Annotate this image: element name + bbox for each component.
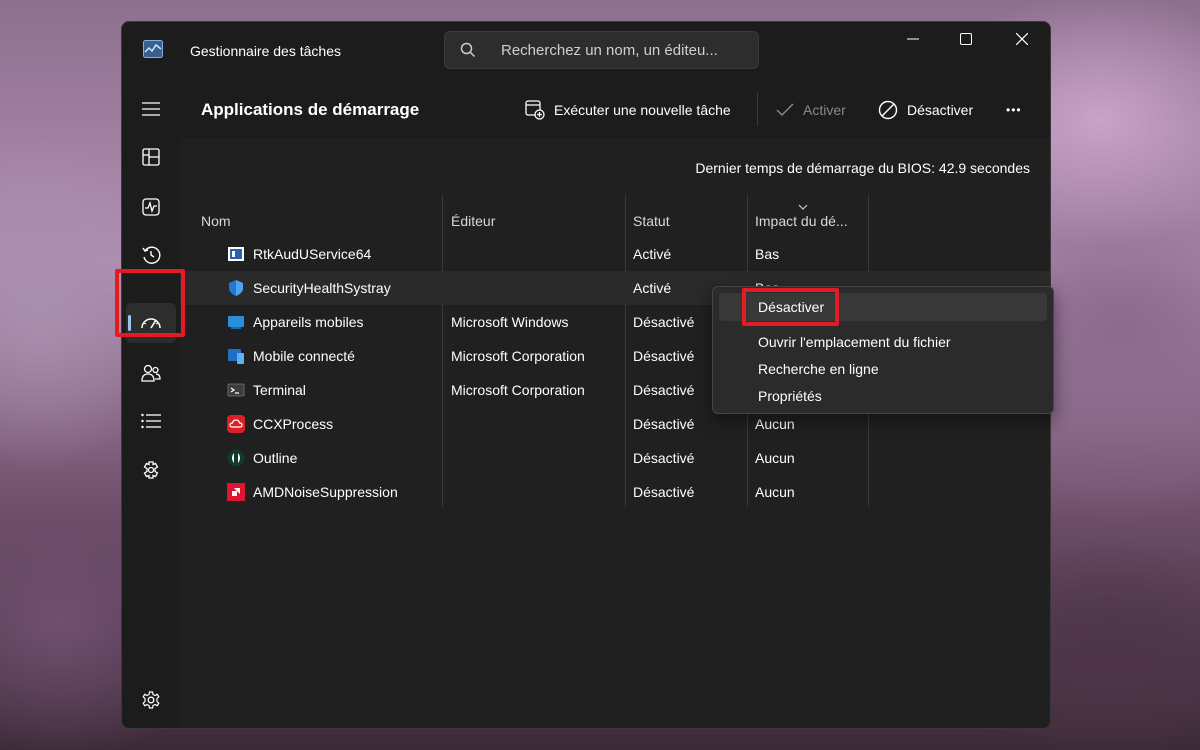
column-header-name[interactable]: Nom <box>201 213 231 229</box>
shield-icon <box>229 280 243 296</box>
new-task-icon <box>525 100 545 120</box>
more-options-button[interactable]: ••• <box>1006 94 1022 126</box>
users-icon <box>141 364 161 382</box>
app-status: Activé <box>633 246 672 262</box>
creative-cloud-icon <box>227 415 245 433</box>
checkmark-icon <box>776 103 794 116</box>
search-input[interactable] <box>501 40 751 60</box>
app-impact: Aucun <box>755 450 795 466</box>
disable-label: Désactiver <box>907 102 974 118</box>
menu-item-label: Recherche en ligne <box>758 361 879 377</box>
app-status: Activé <box>633 280 672 296</box>
run-new-task-button[interactable]: Exécuter une nouvelle tâche <box>525 94 731 126</box>
command-separator <box>757 92 758 126</box>
disable-icon <box>878 100 898 120</box>
maximize-icon <box>960 33 972 45</box>
enable-label: Activer <box>803 102 846 118</box>
app-impact: Bas <box>755 246 780 262</box>
app-name: RtkAudUService64 <box>253 246 372 262</box>
highlight-disable-menu-item <box>742 288 839 326</box>
menu-item-open-file-location[interactable]: Ouvrir l'emplacement du fichier <box>719 328 1047 356</box>
nav-settings[interactable] <box>126 680 176 720</box>
app-name: Appareils mobiles <box>253 314 364 330</box>
nav-details[interactable] <box>126 401 176 441</box>
nav-menu-button[interactable] <box>126 89 176 129</box>
sidebar <box>122 80 180 728</box>
processes-icon <box>142 148 160 166</box>
app-publisher: Microsoft Corporation <box>451 348 585 364</box>
settings-icon <box>142 691 160 709</box>
app-name: Terminal <box>253 382 306 398</box>
disable-button[interactable]: Désactiver <box>878 94 973 126</box>
app-impact: Aucun <box>755 416 795 432</box>
minimize-icon <box>907 38 919 40</box>
highlight-startup-nav <box>115 269 185 337</box>
terminal-icon <box>227 383 245 397</box>
nav-users[interactable] <box>126 353 176 393</box>
page-title: Applications de démarrage <box>201 100 420 119</box>
app-status: Désactivé <box>633 348 695 364</box>
table-row[interactable]: AMDNoiseSuppression Désactivé Aucun <box>180 475 1050 509</box>
outline-icon <box>227 449 245 467</box>
phone-link-icon <box>228 349 244 364</box>
menu-item-properties[interactable]: Propriétés <box>719 382 1047 410</box>
app-name: Outline <box>253 450 298 466</box>
app-name: SecurityHealthSystray <box>253 280 391 296</box>
nav-services[interactable] <box>126 450 176 490</box>
nav-processes[interactable] <box>126 137 176 177</box>
maximize-button[interactable] <box>938 22 994 56</box>
app-status: Désactivé <box>633 314 695 330</box>
enable-button[interactable]: Activer <box>776 94 846 126</box>
amd-icon <box>227 483 245 501</box>
window-title: Gestionnaire des tâches <box>190 43 341 59</box>
bios-startup-time: Dernier temps de démarrage du BIOS: 42.9… <box>695 160 1030 176</box>
column-header-publisher[interactable]: Éditeur <box>451 213 495 229</box>
app-status: Désactivé <box>633 450 695 466</box>
minimize-button[interactable] <box>885 22 941 56</box>
command-bar: Applications de démarrage Exécuter une n… <box>180 80 1050 138</box>
app-publisher: Microsoft Windows <box>451 314 569 330</box>
app-name: Mobile connecté <box>253 348 355 364</box>
close-icon <box>1016 33 1028 45</box>
menu-item-label: Propriétés <box>758 388 822 404</box>
services-icon <box>143 461 159 479</box>
nav-performance[interactable] <box>126 187 176 227</box>
app-name: CCXProcess <box>253 416 334 432</box>
menu-item-search-online[interactable]: Recherche en ligne <box>719 355 1047 383</box>
app-status: Désactivé <box>633 484 695 500</box>
search-icon <box>460 42 476 58</box>
performance-icon <box>142 198 160 216</box>
column-header-status[interactable]: Statut <box>633 213 670 229</box>
app-status: Désactivé <box>633 416 695 432</box>
column-header-impact[interactable]: Impact du dé... <box>755 213 848 229</box>
title-bar: Gestionnaire des tâches <box>122 22 1050 80</box>
close-button[interactable] <box>994 22 1050 56</box>
table-row[interactable]: Outline Désactivé Aucun <box>180 441 1050 475</box>
more-options-icon: ••• <box>1006 103 1022 117</box>
menu-item-label: Ouvrir l'emplacement du fichier <box>758 334 951 350</box>
realtek-icon <box>228 247 244 261</box>
task-manager-app-icon <box>143 40 163 58</box>
sort-descending-icon <box>798 204 808 210</box>
app-impact: Aucun <box>755 484 795 500</box>
search-box[interactable] <box>444 31 759 69</box>
details-icon <box>141 413 161 429</box>
menu-icon <box>142 102 160 116</box>
mobile-devices-icon <box>228 316 244 329</box>
run-new-task-label: Exécuter une nouvelle tâche <box>554 102 731 118</box>
app-name: AMDNoiseSuppression <box>253 484 398 500</box>
app-status: Désactivé <box>633 382 695 398</box>
table-header: Nom Éditeur Statut Impact du dé... <box>180 195 1050 507</box>
app-history-icon <box>142 246 161 264</box>
table-row[interactable]: RtkAudUService64 Activé Bas <box>180 237 1050 271</box>
app-publisher: Microsoft Corporation <box>451 382 585 398</box>
